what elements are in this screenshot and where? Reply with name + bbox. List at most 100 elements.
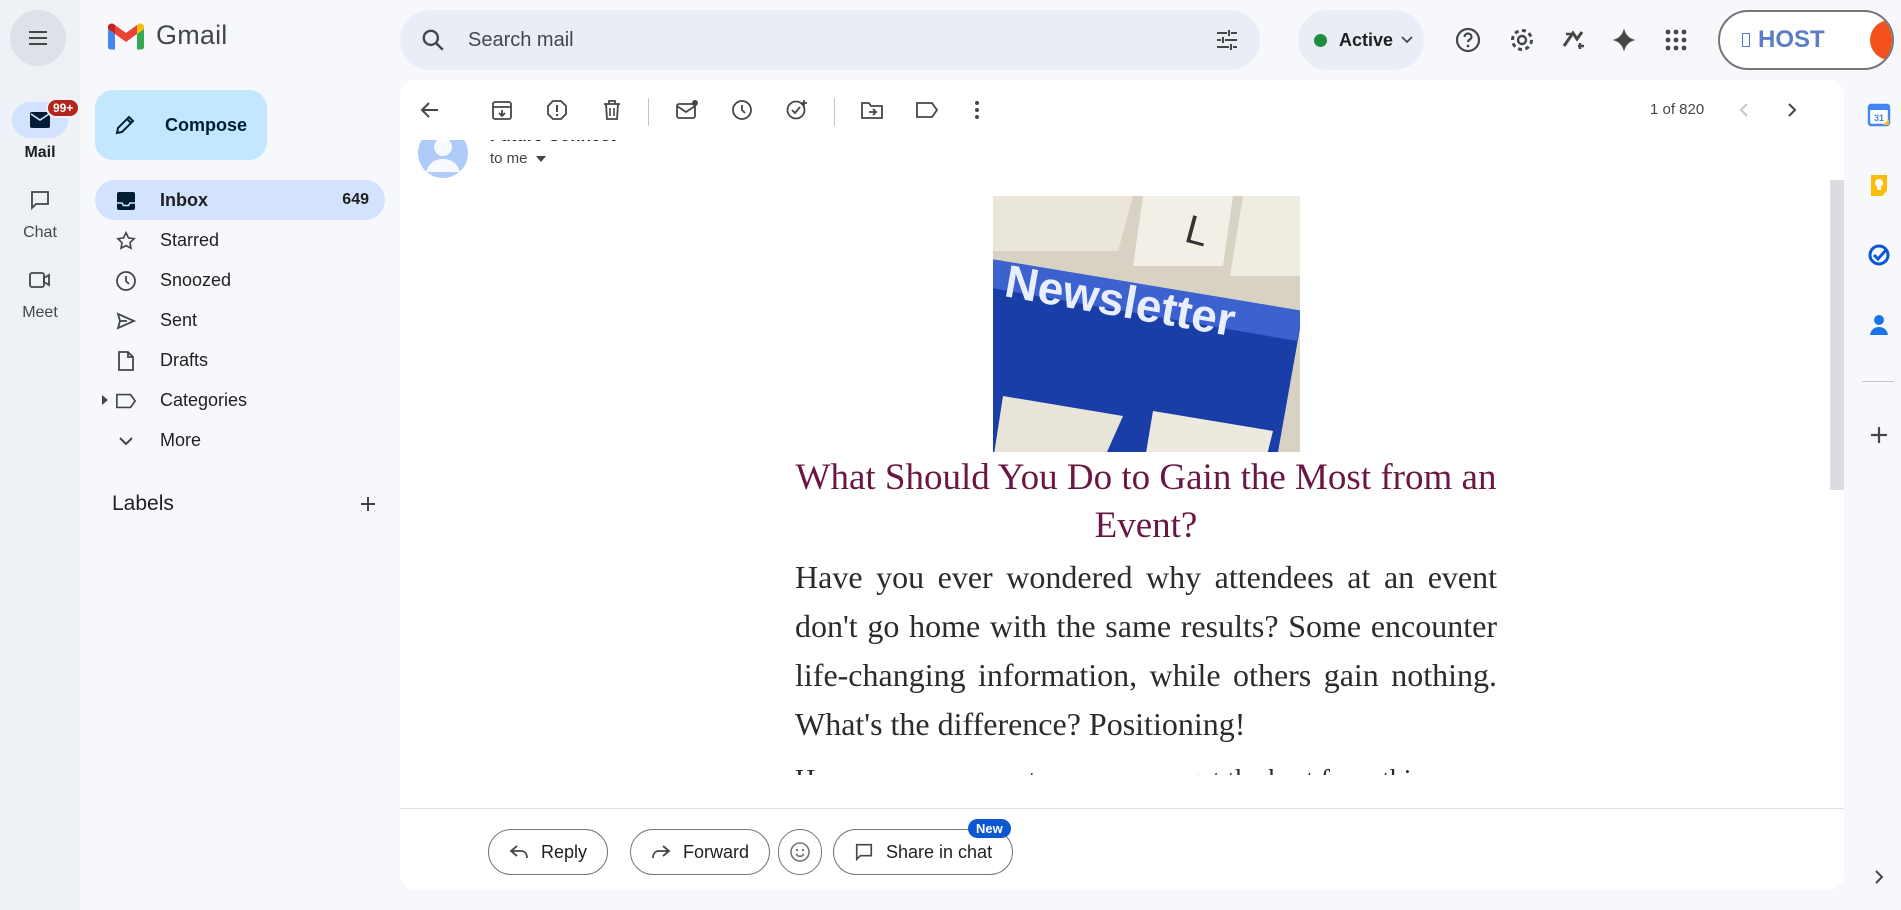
reply-actions: Reply Forward Share in chat New <box>400 808 1844 890</box>
svg-text:31: 31 <box>1874 113 1884 123</box>
gmail-logo-text: Gmail <box>156 20 228 50</box>
draft-icon <box>115 350 137 372</box>
forward-icon <box>652 845 671 859</box>
labels-section: Labels <box>112 492 377 516</box>
inbox-icon <box>115 190 137 212</box>
reply-button[interactable]: Reply <box>488 829 609 875</box>
categories-label: Categories <box>160 389 248 410</box>
rail-chat[interactable]: Chat <box>0 182 80 242</box>
inbox-label: Inbox <box>160 189 208 210</box>
status-dot <box>1314 33 1327 47</box>
email-next-line: Here are some ways to ensure you get the… <box>795 761 1497 775</box>
expand-arrow-icon[interactable] <box>102 395 108 405</box>
recipient-label: to me <box>490 150 528 167</box>
caret-down-icon <box>535 155 546 162</box>
pagination-count: 1 of 820 <box>1650 101 1705 118</box>
message-body: L Newsletter What Should You Do to Gain … <box>795 196 1497 775</box>
app-rail: 99+ Mail Chat Meet <box>0 0 81 910</box>
label-icon <box>115 390 137 412</box>
search-bar <box>400 10 1260 70</box>
new-badge: New <box>968 819 1011 838</box>
snooze-icon[interactable] <box>730 98 754 122</box>
label-icon[interactable] <box>915 98 939 122</box>
toolbar-divider <box>834 98 835 126</box>
drafts-label: Drafts <box>160 349 209 370</box>
more-vert-icon[interactable] <box>965 98 989 122</box>
toolbar-divider <box>648 98 649 126</box>
sidebar-item-categories[interactable]: Categories <box>95 380 385 420</box>
sidebar-item-more[interactable]: More <box>95 420 385 460</box>
help-icon[interactable] <box>1450 22 1486 58</box>
snoozed-label: Snoozed <box>160 269 232 290</box>
clock-icon <box>115 270 137 292</box>
rail-chat-label: Chat <box>23 224 57 241</box>
report-spam-icon[interactable] <box>545 98 569 122</box>
newer-chevron-icon[interactable] <box>1732 98 1756 122</box>
recipient-details[interactable]: to me <box>490 150 546 167</box>
email-paragraph: Have you ever wondered why attendees at … <box>795 559 1497 742</box>
forward-button[interactable]: Forward <box>630 829 771 875</box>
message-scrollbar[interactable] <box>1830 180 1844 490</box>
unread-badge: 99+ <box>46 98 81 118</box>
add-label-icon[interactable] <box>359 495 377 513</box>
message-toolbar: 1 of 820 <box>400 80 1844 140</box>
email-heading: What Should You Do to Gain the Most from… <box>795 457 1497 546</box>
newsletter-image: L Newsletter <box>993 196 1300 452</box>
older-chevron-icon[interactable] <box>1780 98 1804 122</box>
rail-meet-label: Meet <box>22 304 58 321</box>
pencil-icon <box>115 115 135 135</box>
gear-icon[interactable] <box>1504 22 1540 58</box>
rail-divider <box>1862 381 1894 382</box>
expand-icon[interactable] <box>1866 864 1892 890</box>
chevron-down-icon <box>1401 36 1413 44</box>
search-options-icon[interactable] <box>1214 28 1240 52</box>
smiley-icon <box>790 842 810 862</box>
add-icon[interactable] <box>1866 422 1892 448</box>
contacts-icon[interactable] <box>1866 312 1892 338</box>
more-label: More <box>160 429 202 450</box>
sidebar-nav: Inbox 649 Starred Snoozed Sent Drafts Ca… <box>95 180 385 460</box>
move-to-icon[interactable] <box>860 98 884 122</box>
gmail-m-icon <box>108 22 144 49</box>
sidebar-item-snoozed[interactable]: Snoozed <box>95 260 385 300</box>
star-icon <box>115 230 137 252</box>
starred-label: Starred <box>160 229 220 250</box>
status-selector[interactable]: Active <box>1298 10 1424 70</box>
video-icon <box>29 272 50 288</box>
rail-mail-label: Mail <box>24 144 56 161</box>
gmail-logo[interactable]: Gmail <box>106 20 228 51</box>
rail-mail[interactable]: 99+ Mail <box>0 98 81 162</box>
back-arrow-icon[interactable] <box>418 98 442 122</box>
add-task-icon[interactable] <box>785 98 809 122</box>
side-panel-rail: 31 <box>1856 0 1901 910</box>
delete-icon[interactable] <box>600 98 624 122</box>
sidebar-item-sent[interactable]: Sent <box>95 300 385 340</box>
emoji-reaction-button[interactable] <box>778 829 822 875</box>
compose-button[interactable]: Compose <box>95 90 267 160</box>
compose-label: Compose <box>165 114 248 135</box>
chat-icon <box>31 191 49 211</box>
rail-meet[interactable]: Meet <box>0 262 80 322</box>
tasks-icon[interactable] <box>1866 242 1892 268</box>
gemini-icon[interactable] <box>1606 22 1642 58</box>
keep-icon[interactable] <box>1866 172 1892 198</box>
reply-label: Reply <box>541 841 588 862</box>
inbox-count: 649 <box>342 191 369 208</box>
search-icon[interactable] <box>420 27 446 53</box>
sidebar-item-inbox[interactable]: Inbox 649 <box>95 180 385 220</box>
main-menu-button[interactable] <box>10 10 66 66</box>
sent-label: Sent <box>160 309 198 330</box>
search-input[interactable] <box>468 28 1168 52</box>
archive-icon[interactable] <box>490 98 514 122</box>
addon-icon[interactable] <box>1556 22 1592 58</box>
sidebar-item-drafts[interactable]: Drafts <box>95 340 385 380</box>
host-logo-icon <box>1742 33 1750 47</box>
apps-grid-icon[interactable] <box>1658 22 1694 58</box>
hamburger-icon <box>29 31 47 45</box>
chat-icon <box>855 843 873 862</box>
mark-unread-icon[interactable] <box>675 98 699 122</box>
calendar-icon[interactable]: 31 <box>1866 102 1892 128</box>
share-in-chat-label: Share in chat <box>886 841 993 862</box>
sidebar-item-starred[interactable]: Starred <box>95 220 385 260</box>
status-label: Active <box>1339 29 1394 50</box>
